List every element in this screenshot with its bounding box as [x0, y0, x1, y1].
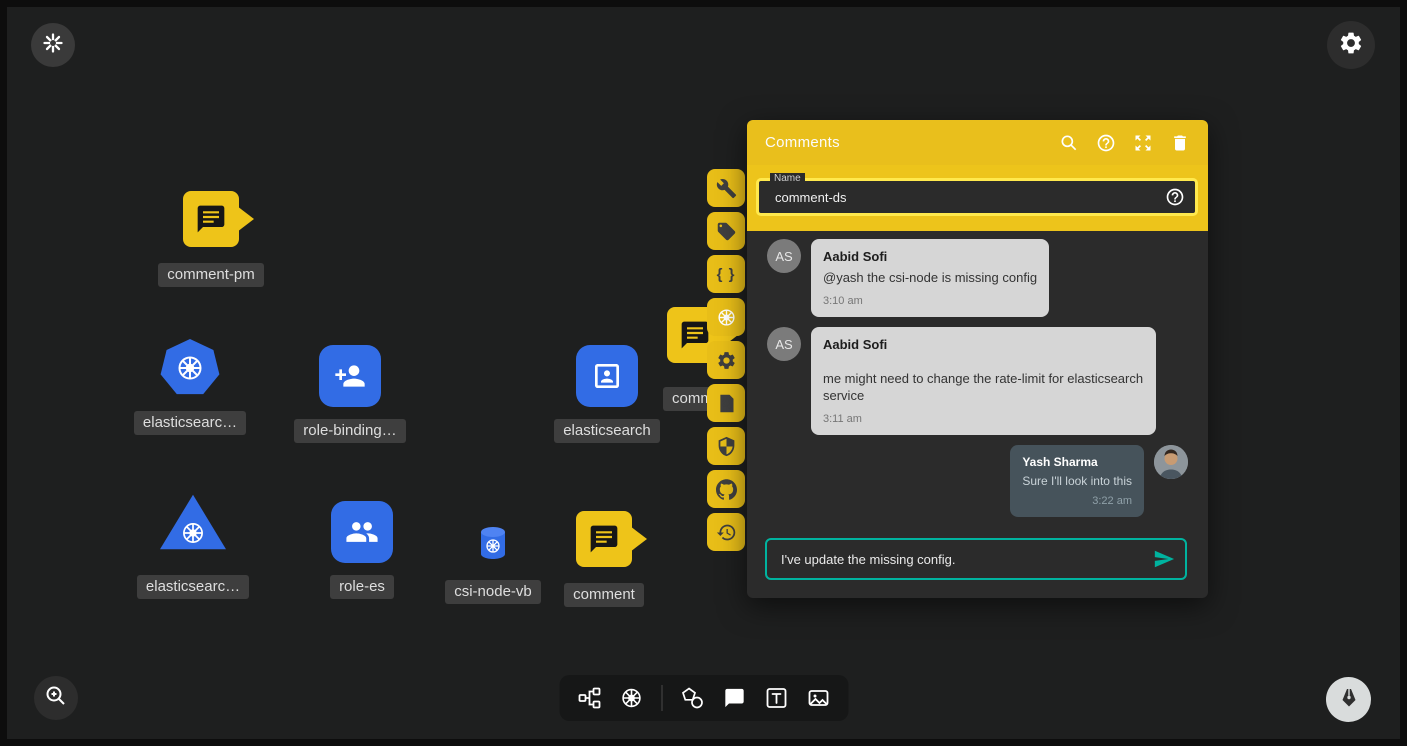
text-tool-icon[interactable] — [764, 686, 788, 710]
service-account-shape — [576, 345, 638, 407]
comment-item: Yash Sharma Sure I'll look into this 3:2… — [767, 445, 1188, 517]
node-label: role-es — [330, 575, 394, 599]
help-icon[interactable] — [1096, 133, 1116, 153]
gear-tool-button[interactable] — [707, 341, 745, 379]
comment-node-shape — [183, 191, 239, 247]
search-icon[interactable] — [1059, 133, 1079, 153]
wrench-icon — [716, 178, 737, 199]
comment-author: Aabid Sofi — [823, 337, 1144, 352]
comment-bubble: Aabid Sofi me might need to change the r… — [811, 327, 1156, 435]
person-add-icon — [334, 360, 366, 392]
comment-time: 3:22 am — [1022, 495, 1132, 507]
node-label: comment-pm — [158, 263, 264, 287]
node-elasticsearch-serviceaccount[interactable]: elasticsearch — [542, 345, 672, 443]
portrait-badge-icon — [591, 360, 623, 392]
role-binding-shape — [319, 345, 381, 407]
name-field-section: Name — [747, 165, 1208, 231]
tag-icon — [716, 221, 737, 242]
meshery-logo-button[interactable] — [31, 23, 75, 67]
history-icon — [716, 522, 737, 543]
shield-tool-button[interactable] — [707, 427, 745, 465]
wrench-tool-button[interactable] — [707, 169, 745, 207]
dock-divider — [661, 685, 662, 711]
speech-bubble-icon — [588, 523, 620, 555]
comment-node-shape — [576, 511, 632, 567]
comment-text: me might need to change the rate-limit f… — [823, 370, 1144, 404]
role-shape — [331, 501, 393, 563]
node-elasticsearch-heptagon[interactable]: elasticsearc… — [125, 339, 255, 435]
comment-text: @yash the csi-node is missing config — [823, 269, 1037, 286]
trash-icon[interactable] — [1170, 133, 1190, 153]
kubernetes-tool-button[interactable] — [707, 298, 745, 336]
comment-time: 3:11 am — [823, 413, 1144, 425]
avatar: AS — [767, 327, 801, 361]
scan-doc-tool-button[interactable] — [707, 384, 745, 422]
name-input[interactable] — [773, 189, 1165, 206]
comment-input[interactable] — [779, 551, 1153, 568]
comment-item: AS Aabid Sofi @yash the csi-node is miss… — [767, 239, 1188, 317]
history-tool-button[interactable] — [707, 513, 745, 551]
node-comment-pm[interactable]: comment-pm — [146, 191, 276, 287]
node-label: csi-node-vb — [445, 580, 541, 604]
braces-tool-button[interactable]: { } — [707, 255, 745, 293]
comment-composer[interactable] — [765, 538, 1187, 580]
scan-doc-icon — [716, 393, 737, 414]
comment-item: AS Aabid Sofi me might need to change th… — [767, 327, 1188, 435]
kubernetes-wheel-icon — [180, 520, 206, 546]
send-icon[interactable] — [1153, 548, 1175, 570]
whiteboard-pen-button[interactable] — [1326, 677, 1371, 722]
zoom-in-icon — [44, 684, 68, 713]
panel-title: Comments — [765, 134, 1059, 151]
kubernetes-wheel-icon — [175, 353, 205, 383]
zoom-button[interactable] — [34, 676, 78, 720]
comment-author: Aabid Sofi — [823, 249, 1037, 264]
node-label: elasticsearc… — [137, 575, 249, 599]
name-field[interactable]: Name — [756, 178, 1198, 216]
comment-icon[interactable] — [722, 686, 746, 710]
shapes-icon[interactable] — [680, 686, 704, 710]
avatar: AS — [767, 239, 801, 273]
comment-bubble: Yash Sharma Sure I'll look into this 3:2… — [1010, 445, 1144, 517]
node-comment[interactable]: comment — [539, 511, 669, 607]
pen-nib-icon — [1337, 685, 1361, 714]
braces-icon: { } — [717, 266, 736, 283]
expand-icon[interactable] — [1133, 133, 1153, 153]
kubernetes-heptagon-shape — [160, 339, 220, 397]
help-icon[interactable] — [1165, 187, 1185, 207]
kubernetes-icon — [716, 307, 737, 328]
settings-button[interactable] — [1327, 21, 1375, 69]
node-role-es[interactable]: role-es — [297, 501, 427, 599]
node-label: elasticsearc… — [134, 411, 246, 435]
comment-text: Sure I'll look into this — [1022, 473, 1132, 490]
comment-bubble: Aabid Sofi @yash the csi-node is missing… — [811, 239, 1049, 317]
node-label: comment — [564, 583, 644, 607]
gear-icon — [1338, 30, 1364, 61]
comment-author: Yash Sharma — [1022, 455, 1132, 469]
csi-node-cylinder-shape — [477, 525, 509, 566]
avatar-photo — [1154, 445, 1188, 479]
comment-time: 3:10 am — [823, 295, 1037, 307]
kubernetes-triangle-shape — [160, 493, 226, 551]
node-label: role-binding… — [294, 419, 405, 443]
github-tool-button[interactable] — [707, 470, 745, 508]
node-action-toolbar: { } — [707, 169, 745, 551]
meshery-logo-icon — [41, 31, 65, 60]
comments-panel: Comments Name — [747, 120, 1208, 598]
people-icon — [345, 515, 379, 549]
tag-tool-button[interactable] — [707, 212, 745, 250]
node-role-binding[interactable]: role-binding… — [285, 345, 415, 443]
name-field-label: Name — [770, 173, 805, 184]
node-label: elasticsearch — [554, 419, 660, 443]
bottom-dock — [559, 675, 848, 721]
image-icon[interactable] — [806, 686, 830, 710]
gear-icon — [716, 350, 737, 371]
shield-icon — [716, 436, 737, 457]
speech-bubble-icon — [195, 203, 227, 235]
workflow-icon[interactable] — [577, 686, 601, 710]
kanvas-canvas[interactable]: comment-pm elasticsearc… role-binding… e… — [0, 0, 1407, 746]
comments-panel-header: Comments — [747, 120, 1208, 165]
kubernetes-icon[interactable] — [619, 686, 643, 710]
github-icon — [716, 479, 737, 500]
node-elasticsearch-triangle[interactable]: elasticsearc… — [128, 493, 258, 599]
